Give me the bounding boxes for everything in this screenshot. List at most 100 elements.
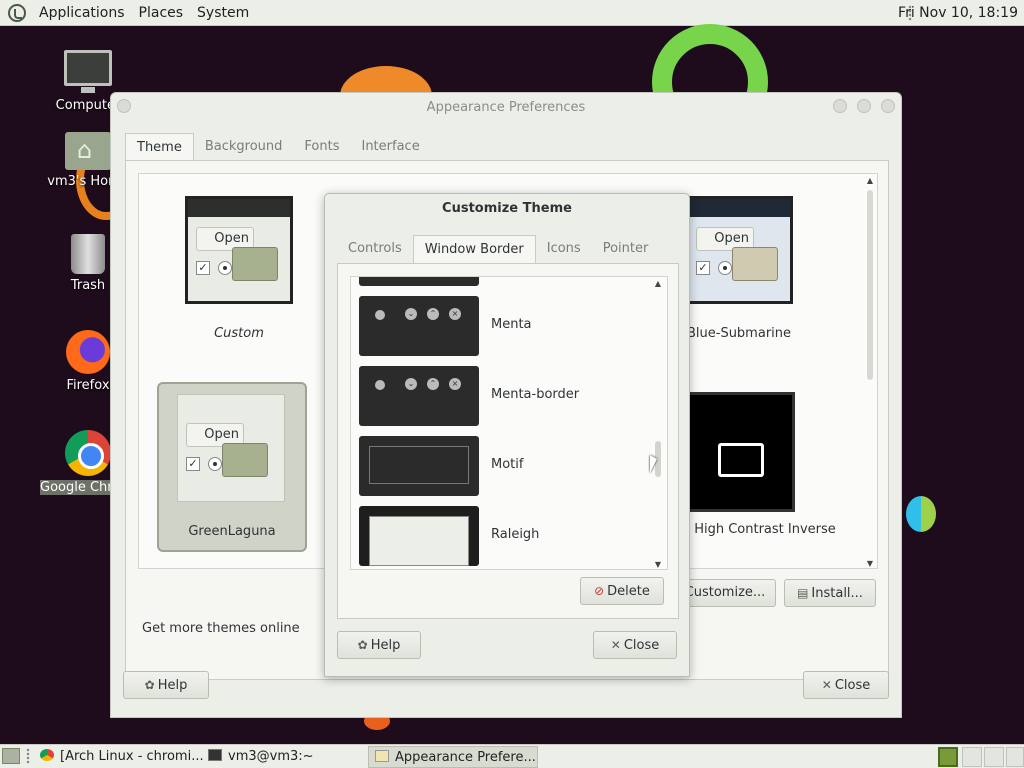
get-more-themes-link[interactable]: Get more themes online [142, 621, 300, 636]
list-item-menta[interactable]: ⌄ ⌃ × Menta [351, 295, 647, 365]
close-window-icon[interactable] [881, 99, 895, 113]
workspace-3[interactable] [984, 747, 1004, 767]
menu-places[interactable]: Places [132, 0, 191, 26]
distro-logo-icon[interactable] [8, 3, 26, 22]
home-folder-icon [65, 132, 111, 170]
close-label: Close [834, 678, 871, 693]
border-preview [359, 277, 479, 286]
window-menu-icon[interactable] [117, 99, 131, 113]
appearance-icon [375, 750, 389, 762]
main-tabs: Theme Background Fonts Interface [125, 133, 431, 161]
close-icon: ✕ [610, 638, 621, 652]
close-button[interactable]: ✕ Close [803, 671, 889, 699]
dialog-help-button[interactable]: ✿ Help [337, 631, 421, 659]
show-desktop-icon[interactable] [2, 748, 20, 764]
checkbox-icon: ✓ [696, 261, 710, 275]
radio-icon [218, 261, 232, 275]
task-chromium[interactable]: [Arch Linux - chromi... [34, 746, 204, 768]
list-item-raleigh[interactable]: Raleigh [351, 505, 647, 569]
help-icon: ✿ [144, 678, 155, 692]
theme-item-high-contrast-inverse[interactable]: High Contrast Inverse [665, 382, 865, 552]
theme-item-custom[interactable]: Open ✓ Custom [165, 186, 313, 356]
help-label: Help [157, 678, 188, 693]
clock[interactable]: Fri Nov 10, 18:19 [898, 0, 1018, 26]
preview-titlebar [678, 395, 792, 413]
scroll-down-icon[interactable]: ▼ [653, 560, 663, 569]
radio-icon [718, 261, 732, 275]
list-item[interactable] [351, 277, 647, 295]
help-icon: ✿ [357, 638, 368, 652]
tab-icons[interactable]: Icons [536, 235, 592, 263]
border-name: Menta-border [491, 387, 580, 402]
trash-icon [71, 234, 105, 274]
firefox-icon [66, 330, 110, 374]
window-border-list: ⌄ ⌃ × Menta ⌄ ⌃ × Menta-border Motif Ral… [350, 276, 668, 570]
dialog-title[interactable]: Customize Theme [325, 194, 689, 224]
menu-applications[interactable]: Applications [32, 0, 132, 26]
preview-frame [369, 446, 469, 484]
close-icon: ✕ [821, 678, 832, 692]
border-preview [359, 436, 479, 496]
chrome-icon [40, 749, 54, 761]
close-icon: × [449, 308, 461, 320]
scroll-up-icon[interactable]: ▲ [653, 279, 663, 288]
scrollbar-thumb[interactable] [867, 190, 873, 380]
preview-titlebar [188, 199, 290, 217]
theme-list-scrollbar[interactable]: ▲ ▼ [865, 176, 875, 568]
scroll-up-icon[interactable]: ▲ [865, 176, 875, 185]
tab-interface[interactable]: Interface [350, 133, 430, 161]
folder-icon [718, 443, 764, 477]
delete-label: Delete [607, 584, 650, 599]
folder-icon [232, 247, 278, 281]
chrome-icon [65, 430, 111, 476]
tab-fonts[interactable]: Fonts [293, 133, 350, 161]
theme-item-greenlaguna[interactable]: Open ✓ GreenLaguna [157, 382, 307, 552]
tab-theme[interactable]: Theme [125, 133, 194, 161]
border-preview: ⌄ ⌃ × [359, 296, 479, 356]
tab-controls[interactable]: Controls [337, 235, 413, 263]
help-button[interactable]: ✿ Help [123, 671, 209, 699]
minimize-icon: ⌄ [405, 378, 417, 390]
install-icon: ▤ [797, 586, 809, 600]
border-list-scrollbar[interactable]: ▲ ▼ [653, 279, 663, 569]
minimize-icon: ⌄ [405, 308, 417, 320]
tab-window-border[interactable]: Window Border [412, 235, 536, 263]
checkbox-icon: ✓ [186, 457, 200, 471]
theme-name: High Contrast Inverse [694, 522, 836, 537]
dialog-close-button[interactable]: ✕ Close [593, 631, 677, 659]
border-preview: ⌄ ⌃ × [359, 366, 479, 426]
task-appearance[interactable]: Appearance Prefere... [368, 746, 538, 768]
preview-titlebar [178, 395, 284, 413]
maximize-icon[interactable] [857, 99, 871, 113]
menu-dot-icon [375, 310, 385, 320]
wallpaper-blob-teal [906, 496, 936, 532]
border-name: Raleigh [491, 527, 540, 542]
task-terminal[interactable]: vm3@vm3:~ [202, 746, 362, 768]
radio-icon [208, 457, 222, 471]
install-label: Install... [811, 586, 863, 601]
checkbox-icon: ✓ [196, 261, 210, 275]
maximize-icon: ⌃ [427, 308, 439, 320]
menu-system[interactable]: System [190, 0, 256, 26]
theme-preview [675, 392, 795, 512]
workspace-4[interactable] [1006, 747, 1024, 767]
window-titlebar[interactable]: Appearance Preferences [111, 93, 901, 123]
list-item-motif[interactable]: Motif [351, 435, 647, 505]
install-button[interactable]: ▤ Install... [784, 579, 876, 607]
customize-theme-dialog: Customize Theme Controls Window Border I… [324, 193, 690, 677]
close-icon: × [449, 378, 461, 390]
delete-icon: ⊘ [594, 584, 605, 598]
tab-pointer[interactable]: Pointer [592, 235, 660, 263]
window-title: Appearance Preferences [426, 100, 586, 115]
delete-button[interactable]: ⊘ Delete [580, 577, 664, 605]
workspace-2[interactable] [962, 747, 982, 767]
workspace-1[interactable] [938, 747, 958, 767]
list-item-menta-border[interactable]: ⌄ ⌃ × Menta-border [351, 365, 647, 435]
scroll-down-icon[interactable]: ▼ [865, 559, 875, 568]
minimize-icon[interactable] [833, 99, 847, 113]
folder-icon [732, 247, 778, 281]
computer-icon [64, 50, 112, 93]
border-name: Motif [491, 457, 524, 472]
dialog-tabs: Controls Window Border Icons Pointer [337, 235, 659, 263]
tab-background[interactable]: Background [194, 133, 294, 161]
